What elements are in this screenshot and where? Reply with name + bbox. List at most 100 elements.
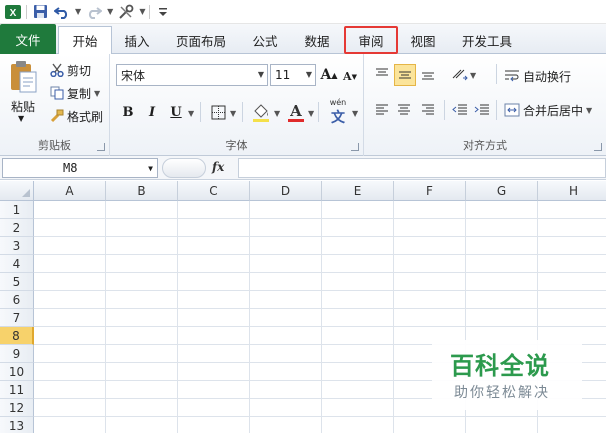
- copy-dropdown-icon[interactable]: ▼: [94, 89, 100, 98]
- row-header[interactable]: 2: [0, 219, 34, 237]
- tab-review[interactable]: 审阅: [344, 26, 398, 54]
- row-header[interactable]: 4: [0, 255, 34, 273]
- phonetic-guide-icon[interactable]: wén 文: [324, 98, 352, 126]
- paste-button[interactable]: 粘贴: [8, 98, 38, 115]
- bold-button[interactable]: B: [118, 102, 138, 122]
- row-header[interactable]: 11: [0, 381, 34, 399]
- tab-page-layout[interactable]: 页面布局: [166, 26, 236, 54]
- ribbon: 粘贴 ▼ 剪切 复制 ▼ 格式刷 剪贴板 宋体 ▼ 11 ▼ A ▲ A ▼ B…: [0, 54, 606, 156]
- cut-button[interactable]: 剪切: [50, 60, 91, 80]
- grid-row-line: [34, 272, 606, 273]
- alignment-launcher-icon[interactable]: [594, 143, 602, 151]
- tab-file[interactable]: 文件: [0, 24, 56, 54]
- formula-bar-toggle[interactable]: [162, 158, 206, 178]
- orientation-icon[interactable]: [450, 64, 470, 84]
- grid-row-line: [34, 326, 606, 327]
- clipboard-launcher-icon[interactable]: [97, 143, 105, 151]
- align-middle-icon[interactable]: [394, 64, 416, 86]
- align-right-icon[interactable]: [418, 100, 438, 120]
- tab-developer[interactable]: 开发工具: [452, 26, 522, 54]
- row-header[interactable]: 7: [0, 309, 34, 327]
- row-header[interactable]: 3: [0, 237, 34, 255]
- row-header[interactable]: 13: [0, 417, 34, 433]
- qat-separator: [149, 4, 151, 19]
- align-left-icon[interactable]: [372, 100, 392, 120]
- underline-button[interactable]: U: [166, 102, 186, 122]
- tools-dropdown-icon[interactable]: ▼: [139, 7, 145, 16]
- tab-insert[interactable]: 插入: [114, 26, 160, 54]
- column-header[interactable]: B: [106, 181, 178, 201]
- grid-row-line: [34, 236, 606, 237]
- font-launcher-icon[interactable]: [351, 143, 359, 151]
- font-name-select[interactable]: 宋体 ▼: [116, 64, 268, 86]
- align-center-icon[interactable]: [394, 100, 414, 120]
- wrap-text-button[interactable]: 自动换行: [504, 66, 571, 86]
- column-header[interactable]: D: [250, 181, 322, 201]
- fill-color-icon[interactable]: [250, 100, 272, 124]
- insert-function-button[interactable]: fx: [212, 160, 224, 174]
- select-all-button[interactable]: [0, 181, 34, 201]
- tab-formulas[interactable]: 公式: [242, 26, 288, 54]
- excel-icon: X: [4, 3, 22, 21]
- merge-dropdown-icon[interactable]: ▼: [586, 106, 592, 115]
- tools-icon[interactable]: [117, 3, 135, 21]
- tab-data[interactable]: 数据: [294, 26, 340, 54]
- copy-button[interactable]: 复制 ▼: [50, 83, 100, 103]
- increase-indent-icon[interactable]: [472, 100, 492, 120]
- formula-input[interactable]: [238, 158, 606, 178]
- row-header[interactable]: 10: [0, 363, 34, 381]
- decrease-indent-icon[interactable]: [450, 100, 470, 120]
- font-color-dropdown-icon[interactable]: ▼: [308, 109, 314, 118]
- borders-dropdown-icon[interactable]: ▼: [230, 109, 236, 118]
- font-separator: [318, 102, 319, 122]
- align-top-icon[interactable]: [372, 64, 392, 84]
- column-header[interactable]: A: [34, 181, 106, 201]
- row-header[interactable]: 1: [0, 201, 34, 219]
- paste-icon[interactable]: [8, 60, 38, 94]
- increase-font-size-icon[interactable]: A ▲: [320, 65, 338, 85]
- redo-icon[interactable]: [85, 3, 103, 21]
- phonetic-label: wén: [329, 97, 347, 107]
- tab-home[interactable]: 开始: [58, 26, 112, 55]
- watermark-subtitle: 助你轻松解决: [454, 385, 550, 401]
- paste-dropdown-icon[interactable]: ▼: [18, 114, 24, 123]
- row-header[interactable]: 8: [0, 327, 34, 345]
- font-color-icon[interactable]: A: [286, 100, 306, 124]
- format-painter-button[interactable]: 格式刷: [50, 106, 103, 126]
- chevron-down-icon: ▼: [305, 70, 312, 79]
- save-icon[interactable]: [31, 3, 49, 21]
- redo-dropdown-icon[interactable]: ▼: [107, 7, 113, 16]
- font-size-select[interactable]: 11 ▼: [270, 64, 316, 86]
- column-header[interactable]: F: [394, 181, 466, 201]
- merge-center-label: 合并后居中: [523, 103, 584, 118]
- name-box-value: M8: [63, 161, 78, 175]
- wrap-text-icon: [504, 69, 520, 83]
- row-header[interactable]: 5: [0, 273, 34, 291]
- customize-icon[interactable]: [154, 3, 172, 21]
- clipboard-group-label: 剪贴板: [38, 139, 71, 152]
- align-bottom-icon[interactable]: [418, 64, 438, 84]
- column-header[interactable]: H: [538, 181, 606, 201]
- decrease-font-size-icon[interactable]: A ▼: [342, 67, 358, 85]
- grid-row-line: [34, 308, 606, 309]
- fill-color-dropdown-icon[interactable]: ▼: [274, 109, 280, 118]
- underline-dropdown-icon[interactable]: ▼: [188, 109, 194, 118]
- merge-center-button[interactable]: 合并后居中 ▼: [504, 100, 592, 120]
- borders-icon[interactable]: [208, 102, 228, 122]
- font-name-value: 宋体: [121, 68, 146, 83]
- phonetic-dropdown-icon[interactable]: ▼: [352, 109, 358, 118]
- column-header[interactable]: G: [466, 181, 538, 201]
- undo-dropdown-icon[interactable]: ▼: [75, 7, 81, 16]
- quick-access-toolbar: X ▼ ▼ ▼: [0, 0, 606, 24]
- italic-button[interactable]: I: [142, 102, 162, 122]
- tab-view[interactable]: 视图: [400, 26, 446, 54]
- name-box[interactable]: M8 ▼: [2, 158, 158, 178]
- column-header[interactable]: C: [178, 181, 250, 201]
- row-header[interactable]: 6: [0, 291, 34, 309]
- row-header[interactable]: 12: [0, 399, 34, 417]
- row-header[interactable]: 9: [0, 345, 34, 363]
- orientation-dropdown-icon[interactable]: ▼: [470, 71, 476, 80]
- column-header[interactable]: E: [322, 181, 394, 201]
- undo-icon[interactable]: [53, 3, 71, 21]
- alignment-group-label: 对齐方式: [463, 139, 507, 152]
